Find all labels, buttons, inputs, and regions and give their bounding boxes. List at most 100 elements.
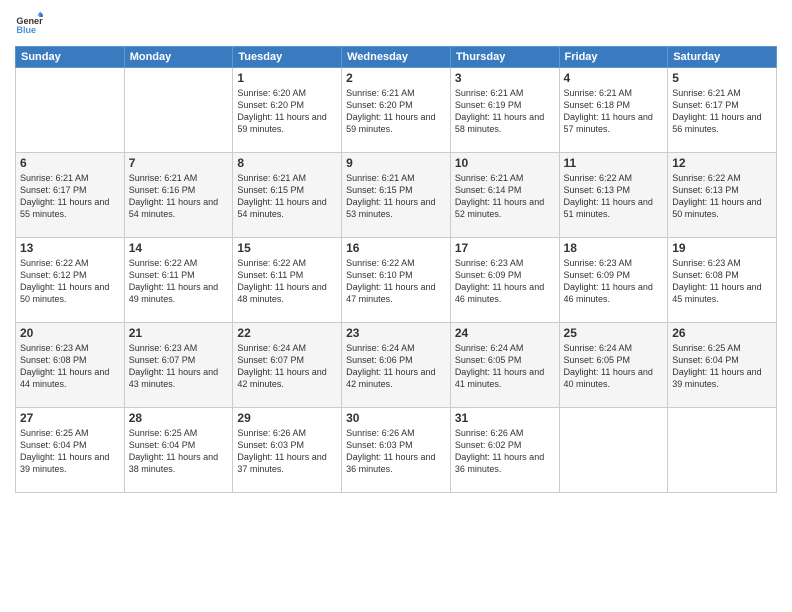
day-info: Sunrise: 6:21 AM Sunset: 6:17 PM Dayligh… [20,172,120,221]
day-number: 30 [346,411,446,425]
day-cell: 7Sunrise: 6:21 AM Sunset: 6:16 PM Daylig… [124,153,233,238]
day-info: Sunrise: 6:24 AM Sunset: 6:05 PM Dayligh… [564,342,664,391]
day-info: Sunrise: 6:22 AM Sunset: 6:12 PM Dayligh… [20,257,120,306]
day-cell: 21 Sunrise: 6:23 AM Sunset: 6:07 PM Dayli… [124,323,233,408]
day-cell: 26 Sunrise: 6:25 AM Sunset: 6:04 PM Dayli… [668,323,777,408]
logo-icon: General Blue [15,10,43,38]
svg-text:Blue: Blue [16,25,36,35]
header-thursday: Thursday [450,47,559,68]
day-info: Sunrise: 6:23 AM Sunset: 6:08 PM Dayligh… [672,257,772,306]
week-row-2: 6Sunrise: 6:21 AM Sunset: 6:17 PM Daylig… [16,153,777,238]
day-cell: 16 Sunrise: 6:22 AM Sunset: 6:10 PM Dayli… [342,238,451,323]
day-cell: 8 Sunrise: 6:21 AM Sunset: 6:15 PM Daylig… [233,153,342,238]
week-row-5: 27 Sunrise: 6:25 AM Sunset: 6:04 PM Dayli… [16,408,777,493]
day-cell: 30 Sunrise: 6:26 AM Sunset: 6:03 PM Dayli… [342,408,451,493]
day-cell: 25 Sunrise: 6:24 AM Sunset: 6:05 PM Dayli… [559,323,668,408]
day-number: 11 [564,156,664,170]
day-number: 2 [346,71,446,85]
header-monday: Monday [124,47,233,68]
day-number: 27 [20,411,120,425]
day-number: 29 [237,411,337,425]
week-row-3: 13 Sunrise: 6:22 AM Sunset: 6:12 PM Dayli… [16,238,777,323]
day-number: 1 [237,71,337,85]
day-info: Sunrise: 6:23 AM Sunset: 6:07 PM Dayligh… [129,342,229,391]
day-info: Sunrise: 6:22 AM Sunset: 6:11 PM Dayligh… [129,257,229,306]
day-number: 3 [455,71,555,85]
day-cell: 28 Sunrise: 6:25 AM Sunset: 6:04 PM Dayli… [124,408,233,493]
day-info: Sunrise: 6:24 AM Sunset: 6:07 PM Dayligh… [237,342,337,391]
day-info: Sunrise: 6:23 AM Sunset: 6:08 PM Dayligh… [20,342,120,391]
logo: General Blue [15,10,43,38]
day-number: 18 [564,241,664,255]
day-info: Sunrise: 6:26 AM Sunset: 6:03 PM Dayligh… [346,427,446,476]
day-number: 14 [129,241,229,255]
day-number: 17 [455,241,555,255]
day-cell [559,408,668,493]
day-info: Sunrise: 6:21 AM Sunset: 6:17 PM Dayligh… [672,87,772,136]
day-cell: 13 Sunrise: 6:22 AM Sunset: 6:12 PM Dayli… [16,238,125,323]
day-cell: 1 Sunrise: 6:20 AM Sunset: 6:20 PM Daylig… [233,68,342,153]
day-cell: 14 Sunrise: 6:22 AM Sunset: 6:11 PM Dayli… [124,238,233,323]
days-header-row: SundayMondayTuesdayWednesdayThursdayFrid… [16,47,777,68]
day-info: Sunrise: 6:25 AM Sunset: 6:04 PM Dayligh… [129,427,229,476]
day-cell: 20 Sunrise: 6:23 AM Sunset: 6:08 PM Dayli… [16,323,125,408]
day-number: 19 [672,241,772,255]
day-info: Sunrise: 6:24 AM Sunset: 6:06 PM Dayligh… [346,342,446,391]
day-cell: 31 Sunrise: 6:26 AM Sunset: 6:02 PM Dayli… [450,408,559,493]
day-cell: 11 Sunrise: 6:22 AM Sunset: 6:13 PM Dayli… [559,153,668,238]
day-info: Sunrise: 6:21 AM Sunset: 6:20 PM Dayligh… [346,87,446,136]
day-cell: 2 Sunrise: 6:21 AM Sunset: 6:20 PM Daylig… [342,68,451,153]
day-info: Sunrise: 6:21 AM Sunset: 6:15 PM Dayligh… [346,172,446,221]
day-cell: 12Sunrise: 6:22 AM Sunset: 6:13 PM Dayli… [668,153,777,238]
day-info: Sunrise: 6:23 AM Sunset: 6:09 PM Dayligh… [455,257,555,306]
day-cell: 9 Sunrise: 6:21 AM Sunset: 6:15 PM Daylig… [342,153,451,238]
day-cell: 4 Sunrise: 6:21 AM Sunset: 6:18 PM Daylig… [559,68,668,153]
day-number: 25 [564,326,664,340]
page-header: General Blue [15,10,777,38]
day-info: Sunrise: 6:22 AM Sunset: 6:13 PM Dayligh… [672,172,772,221]
day-info: Sunrise: 6:26 AM Sunset: 6:02 PM Dayligh… [455,427,555,476]
day-cell: 5Sunrise: 6:21 AM Sunset: 6:17 PM Daylig… [668,68,777,153]
day-number: 24 [455,326,555,340]
header-friday: Friday [559,47,668,68]
day-cell: 18Sunrise: 6:23 AM Sunset: 6:09 PM Dayli… [559,238,668,323]
day-number: 8 [237,156,337,170]
day-cell: 3 Sunrise: 6:21 AM Sunset: 6:19 PM Daylig… [450,68,559,153]
day-number: 22 [237,326,337,340]
day-cell: 23 Sunrise: 6:24 AM Sunset: 6:06 PM Dayli… [342,323,451,408]
day-number: 9 [346,156,446,170]
day-cell: 6Sunrise: 6:21 AM Sunset: 6:17 PM Daylig… [16,153,125,238]
day-number: 10 [455,156,555,170]
day-number: 13 [20,241,120,255]
day-cell: 15Sunrise: 6:22 AM Sunset: 6:11 PM Dayli… [233,238,342,323]
header-saturday: Saturday [668,47,777,68]
day-number: 23 [346,326,446,340]
day-info: Sunrise: 6:21 AM Sunset: 6:18 PM Dayligh… [564,87,664,136]
day-cell: 19 Sunrise: 6:23 AM Sunset: 6:08 PM Dayli… [668,238,777,323]
day-info: Sunrise: 6:21 AM Sunset: 6:14 PM Dayligh… [455,172,555,221]
day-number: 26 [672,326,772,340]
calendar-table: SundayMondayTuesdayWednesdayThursdayFrid… [15,46,777,493]
day-cell [124,68,233,153]
day-info: Sunrise: 6:21 AM Sunset: 6:15 PM Dayligh… [237,172,337,221]
day-info: Sunrise: 6:25 AM Sunset: 6:04 PM Dayligh… [672,342,772,391]
day-cell: 24Sunrise: 6:24 AM Sunset: 6:05 PM Dayli… [450,323,559,408]
day-cell: 17 Sunrise: 6:23 AM Sunset: 6:09 PM Dayli… [450,238,559,323]
day-number: 31 [455,411,555,425]
day-number: 4 [564,71,664,85]
day-info: Sunrise: 6:22 AM Sunset: 6:13 PM Dayligh… [564,172,664,221]
day-number: 20 [20,326,120,340]
day-number: 28 [129,411,229,425]
day-cell: 22 Sunrise: 6:24 AM Sunset: 6:07 PM Dayli… [233,323,342,408]
header-sunday: Sunday [16,47,125,68]
day-cell [668,408,777,493]
day-info: Sunrise: 6:25 AM Sunset: 6:04 PM Dayligh… [20,427,120,476]
week-row-1: 1 Sunrise: 6:20 AM Sunset: 6:20 PM Daylig… [16,68,777,153]
day-info: Sunrise: 6:20 AM Sunset: 6:20 PM Dayligh… [237,87,337,136]
day-cell: 10 Sunrise: 6:21 AM Sunset: 6:14 PM Dayli… [450,153,559,238]
day-number: 16 [346,241,446,255]
day-info: Sunrise: 6:21 AM Sunset: 6:19 PM Dayligh… [455,87,555,136]
day-cell: 29Sunrise: 6:26 AM Sunset: 6:03 PM Dayli… [233,408,342,493]
day-info: Sunrise: 6:22 AM Sunset: 6:10 PM Dayligh… [346,257,446,306]
day-number: 21 [129,326,229,340]
